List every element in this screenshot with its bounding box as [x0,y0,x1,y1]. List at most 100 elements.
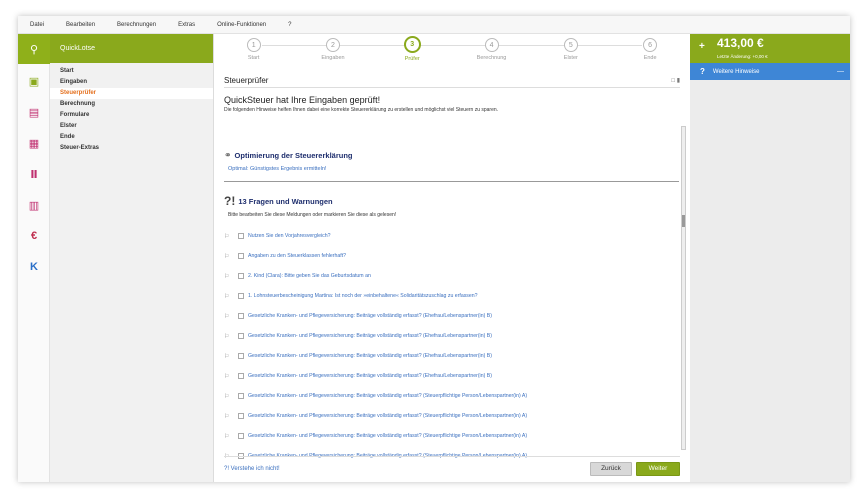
next-button[interactable]: Weiter [636,461,680,476]
warning-item[interactable]: ⚐ Gesetzliche Kranken- und Pflegeversiche… [224,406,679,426]
lightbulb-icon: ⚐ [224,433,230,440]
lotse-item-eingaben[interactable]: Eingaben [50,77,213,88]
quicklotse-title: QuickLotse [50,34,213,63]
scrollbar-thumb[interactable] [682,215,685,227]
menu-datei[interactable]: Datei [30,22,44,28]
menu-berechnungen[interactable]: Berechnungen [117,22,156,28]
read-checkbox[interactable] [238,273,244,279]
optimization-link[interactable]: Optimal: Günstigstes Ergebnis ermitteln! [228,166,679,172]
lotse-item-steuerpruefer[interactable]: Steuerprüfer [50,88,213,99]
right-panel: + 413,00 € Letzte Änderung: +0,00 € ? We… [690,34,850,482]
lightbulb-icon: ⚐ [224,253,230,260]
lightbulb-icon: ⚐ [224,393,230,400]
read-checkbox[interactable] [238,233,244,239]
lotse-item-ende[interactable]: Ende [50,132,213,143]
step-label: Ende [643,55,657,61]
read-checkbox[interactable] [238,293,244,299]
read-checkbox[interactable] [238,313,244,319]
lotse-item-formulare[interactable]: Formulare [50,110,213,121]
read-checkbox[interactable] [238,373,244,379]
further-hints-bar[interactable]: ? Weitere Hinweise — [690,63,850,80]
collapse-icon[interactable]: — [837,68,844,75]
search-icon[interactable]: ⚲ [18,34,50,64]
step-number: 4 [484,38,499,52]
step-label: Start [247,55,260,61]
warning-text[interactable]: 2. Kind (Clara): Bitte geben Sie das Geb… [248,273,371,279]
scrollbar[interactable] [681,126,686,450]
last-change: Letzte Änderung: +0,00 € [717,54,768,59]
result-subline: Die folgenden Hinweise helfen Ihnen dabe… [224,107,499,113]
lightbulb-icon: ⚐ [224,273,230,280]
bookmark-icon[interactable]: ▮ [677,78,680,84]
lotse-item-elster[interactable]: Elster [50,121,213,132]
read-checkbox[interactable] [238,253,244,259]
warning-text[interactable]: Gesetzliche Kranken- und Pflegeversicher… [248,413,527,419]
calculator-icon[interactable]: ▥ [18,190,50,220]
read-checkbox[interactable] [238,393,244,399]
warning-item[interactable]: ⚐ Gesetzliche Kranken- und Pflegeversiche… [224,386,679,406]
warning-item[interactable]: ⚐ Angaben zu den Steuerklassen fehlerhaft… [224,246,679,266]
optimization-title: Optimierung der Steuererklärung [234,151,353,160]
step-pruefer[interactable]: 3 Prüfer [373,34,452,74]
warning-text[interactable]: Gesetzliche Kranken- und Pflegeversicher… [248,433,527,439]
read-checkbox[interactable] [238,353,244,359]
warning-item[interactable]: ⚐ Gesetzliche Kranken- und Pflegeversiche… [224,306,679,326]
warning-text[interactable]: Gesetzliche Kranken- und Pflegeversicher… [248,333,492,339]
icon-rail: ⚲ ▣ ▤ ▦ Ⅱ ▥ € K [18,34,50,482]
k-icon[interactable]: K [18,252,50,282]
warning-item[interactable]: ⚐ 1. Lohnsteuerbescheinigung Martina: Ist… [224,286,679,306]
lightbulb-icon: ⚐ [224,353,230,360]
warning-text[interactable]: 1. Lohnsteuerbescheinigung Martina: Ist … [248,293,478,299]
warning-item[interactable]: ⚐ 2. Kind (Clara): Bitte geben Sie das Ge… [224,266,679,286]
panel-header: Steuerprüfer □ ▮ [224,74,680,88]
warning-text[interactable]: Nutzen Sie den Vorjahresvergleich? [248,233,330,239]
euro-icon[interactable]: € [18,221,50,251]
optimization-section: ⚭ Optimierung der Steuererklärung Optima… [224,150,679,182]
step-label: Elster [563,55,578,61]
lotse-item-steuer-extras[interactable]: Steuer-Extras [50,143,213,154]
read-checkbox[interactable] [238,433,244,439]
lotse-item-start[interactable]: Start [50,66,213,77]
lightbulb-icon: ⚐ [224,233,230,240]
form-icon[interactable]: ▤ [18,97,50,127]
help-link[interactable]: ?! Verstehe ich nicht! [224,466,280,472]
comment-icon[interactable]: □ [671,78,675,84]
step-eingaben[interactable]: 2 Eingaben [293,34,372,74]
back-button[interactable]: Zurück [590,461,632,476]
lightbulb-icon: ⚐ [224,413,230,420]
chat-icon[interactable]: ▣ [18,66,50,96]
menu-bar: Datei Bearbeiten Berechnungen Extras Onl… [18,16,850,34]
documents-icon[interactable]: ▦ [18,128,50,158]
refund-box[interactable]: + 413,00 € Letzte Änderung: +0,00 € [690,34,850,63]
warning-item[interactable]: ⚐ Gesetzliche Kranken- und Pflegeversiche… [224,326,679,346]
warning-item[interactable]: ⚐ Gesetzliche Kranken- und Pflegeversiche… [224,346,679,366]
quicklotse-list: Start Eingaben Steuerprüfer Berechnung F… [50,63,213,154]
read-checkbox[interactable] [238,333,244,339]
menu-extras[interactable]: Extras [178,22,195,28]
panel-footer: ?! Verstehe ich nicht! Zurück Weiter [224,456,680,480]
warnings-title: 13 Fragen und Warnungen [238,196,333,206]
warning-text[interactable]: Angaben zu den Steuerklassen fehlerhaft? [248,253,346,259]
step-ende[interactable]: 6 Ende [610,34,689,74]
warning-item[interactable]: ⚐ Gesetzliche Kranken- und Pflegeversiche… [224,426,679,446]
step-berechnung[interactable]: 4 Berechnung [452,34,531,74]
step-label: Berechnung [476,55,507,61]
menu-bearbeiten[interactable]: Bearbeiten [66,22,95,28]
warning-text[interactable]: Gesetzliche Kranken- und Pflegeversicher… [248,313,492,319]
lotse-item-berechnung[interactable]: Berechnung [50,99,213,110]
panel-title: Steuerprüfer [224,76,269,85]
menu-online-funktionen[interactable]: Online-Funktionen [217,22,266,28]
read-checkbox[interactable] [238,413,244,419]
lightbulb-icon: ⚐ [224,373,230,380]
warning-text[interactable]: Gesetzliche Kranken- und Pflegeversicher… [248,353,492,359]
warning-item[interactable]: ⚐ Gesetzliche Kranken- und Pflegeversiche… [224,366,679,386]
step-start[interactable]: 1 Start [214,34,293,74]
menu-help[interactable]: ? [288,22,291,28]
step-number: 6 [643,38,658,52]
warning-text[interactable]: Gesetzliche Kranken- und Pflegeversicher… [248,393,527,399]
warning-item[interactable]: ⚐ Nutzen Sie den Vorjahresvergleich? [224,226,679,246]
warning-text[interactable]: Gesetzliche Kranken- und Pflegeversicher… [248,373,492,379]
step-elster[interactable]: 5 Elster [531,34,610,74]
chart-icon[interactable]: Ⅱ [18,159,50,189]
app-window: Datei Bearbeiten Berechnungen Extras Onl… [18,16,850,482]
